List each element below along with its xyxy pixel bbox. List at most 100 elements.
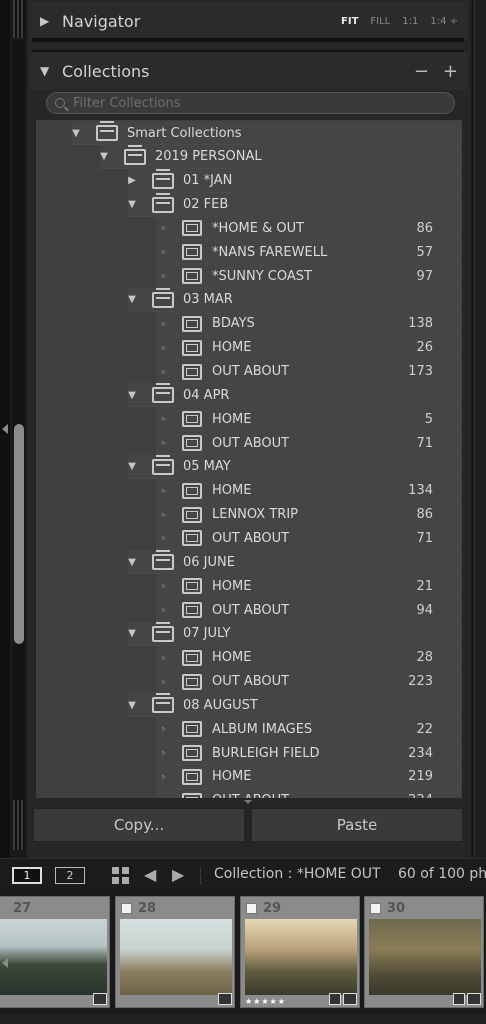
flag-icon[interactable] bbox=[246, 903, 257, 914]
collection-item[interactable]: ▹ *HOME & OUT 86 bbox=[36, 216, 462, 241]
paste-button[interactable]: Paste bbox=[251, 808, 463, 842]
zoom-1-1[interactable]: 1:1 bbox=[402, 16, 418, 27]
row-background bbox=[128, 287, 462, 312]
filmstrip[interactable]: 27 28 29 ★★★★★ 30 bbox=[0, 890, 486, 1024]
collections-header[interactable]: ▼ Collections − + bbox=[30, 52, 468, 90]
collection-item[interactable]: ▹ OUT ABOUT 223 bbox=[36, 669, 462, 694]
back-arrow-icon[interactable]: ◀ bbox=[144, 865, 156, 884]
grip-handle[interactable] bbox=[13, 0, 25, 38]
right-panel-edge[interactable] bbox=[474, 0, 486, 858]
collection-item[interactable]: ▹ HOME 134 bbox=[36, 478, 462, 503]
filmstrip-thumbnail[interactable]: 28 bbox=[115, 896, 235, 1008]
collection-set[interactable]: ▼ 03 MAR bbox=[36, 287, 462, 312]
collection-item[interactable]: ▹ HOME 5 bbox=[36, 407, 462, 432]
remove-collection-button[interactable]: − bbox=[414, 61, 429, 82]
collection-set[interactable]: ▶ 01 *JAN bbox=[36, 168, 462, 193]
collection-set[interactable]: ▼ 02 FEB bbox=[36, 192, 462, 217]
resize-caret-icon[interactable] bbox=[244, 800, 252, 804]
collection-item[interactable]: ▹ ALBUM IMAGES 22 bbox=[36, 717, 462, 742]
filmstrip-thumbnail[interactable]: 29 ★★★★★ bbox=[240, 896, 360, 1008]
grip-handle[interactable] bbox=[13, 800, 25, 850]
develop-adjustment-badge-icon[interactable] bbox=[343, 993, 357, 1005]
crop-badge-icon[interactable] bbox=[453, 993, 465, 1005]
flag-icon[interactable] bbox=[370, 903, 381, 914]
collapse-triangle-icon[interactable]: ▼ bbox=[126, 557, 138, 568]
collection-item[interactable]: ▹ OUT ABOUT 71 bbox=[36, 526, 462, 551]
main-screen-button[interactable]: 1 bbox=[12, 867, 42, 884]
collection-label: HOME bbox=[212, 769, 252, 785]
collection-set[interactable]: ▼ 2019 PERSONAL bbox=[36, 144, 462, 169]
smart-collection-set[interactable]: ▼ Smart Collections bbox=[36, 121, 462, 145]
collection-item[interactable]: ▹ HOME 28 bbox=[36, 645, 462, 670]
sync-arrow-icon: ▹ bbox=[162, 485, 167, 495]
collection-label: HOME bbox=[212, 411, 252, 427]
collection-item[interactable]: ▹ OUT ABOUT 173 bbox=[36, 359, 462, 384]
collapse-triangle-icon[interactable]: ▼ bbox=[126, 390, 138, 401]
collection-item[interactable]: ▹ HOME 219 bbox=[36, 764, 462, 789]
collection-set[interactable]: ▼ 04 APR bbox=[36, 383, 462, 408]
collapse-triangle-icon[interactable]: ▼ bbox=[40, 64, 54, 78]
collection-item[interactable]: ▹ HOME 26 bbox=[36, 335, 462, 360]
expand-triangle-icon[interactable]: ▶ bbox=[126, 175, 138, 186]
add-collection-button[interactable]: + bbox=[443, 61, 458, 82]
photo-thumbnail-image bbox=[369, 919, 481, 995]
develop-adjustment-badge-icon[interactable] bbox=[93, 993, 107, 1005]
photo-count: 5 bbox=[424, 411, 433, 427]
panel-scrollbar-thumb[interactable] bbox=[14, 424, 24, 644]
collection-item[interactable]: ▹ *NANS FAREWELL 57 bbox=[36, 240, 462, 265]
collapse-triangle-icon[interactable]: ▼ bbox=[126, 294, 138, 305]
collection-item[interactable]: ▹ BURLEIGH FIELD 234 bbox=[36, 741, 462, 766]
collection-icon bbox=[182, 578, 202, 595]
zoom-fill[interactable]: FILL bbox=[370, 16, 390, 27]
collapse-triangle-icon[interactable]: ▼ bbox=[98, 151, 110, 162]
collection-icon bbox=[182, 339, 202, 356]
collapse-filmstrip-arrow-icon[interactable] bbox=[2, 958, 8, 968]
develop-adjustment-badge-icon[interactable] bbox=[218, 993, 232, 1005]
navigator-header[interactable]: ▶ Navigator FIT FILL 1:1 1:4 ÷ bbox=[30, 2, 468, 40]
photo-count: 219 bbox=[408, 769, 433, 785]
photo-count: 21 bbox=[416, 578, 433, 594]
collapse-triangle-icon[interactable]: ▼ bbox=[70, 128, 82, 139]
filmstrip-thumbnail[interactable]: 27 bbox=[0, 896, 110, 1008]
expand-triangle-icon[interactable]: ▶ bbox=[40, 14, 54, 28]
collapse-triangle-icon[interactable]: ▼ bbox=[126, 628, 138, 639]
thumbnail-index: 30 bbox=[387, 901, 406, 916]
collapse-triangle-icon[interactable]: ▼ bbox=[126, 199, 138, 210]
collection-set[interactable]: ▼ 06 JUNE bbox=[36, 550, 462, 575]
grid-view-icon[interactable] bbox=[112, 867, 129, 884]
source-indicator[interactable]: Collection : *HOME OUT bbox=[214, 866, 381, 882]
copy-button[interactable]: Copy... bbox=[33, 808, 245, 842]
collections-tree[interactable]: ▼ Smart Collections ▼ 2019 PERSONAL ▶ 01 *JAN… bbox=[35, 120, 463, 798]
collapse-triangle-icon[interactable]: ▼ bbox=[126, 461, 138, 472]
panel-scrollbar[interactable] bbox=[13, 40, 25, 800]
flag-icon[interactable] bbox=[121, 903, 132, 914]
filter-collections-input[interactable] bbox=[73, 95, 443, 111]
zoom-fit[interactable]: FIT bbox=[341, 16, 358, 27]
zoom-custom[interactable]: 1:4 ÷ bbox=[430, 16, 458, 27]
navigator-title: Navigator bbox=[62, 11, 141, 31]
second-screen-button[interactable]: 2 bbox=[55, 867, 85, 884]
filter-collections-field[interactable] bbox=[46, 92, 455, 114]
collection-icon bbox=[182, 244, 202, 261]
collapse-triangle-icon[interactable]: ▼ bbox=[126, 700, 138, 711]
collection-set[interactable]: ▼ 05 MAY bbox=[36, 454, 462, 479]
thumbnail-index: 27 bbox=[13, 901, 32, 916]
collection-set[interactable]: ▼ 07 JULY bbox=[36, 621, 462, 646]
develop-adjustment-badge-icon[interactable] bbox=[467, 993, 481, 1005]
collection-set[interactable]: ▼ 08 AUGUST bbox=[36, 693, 462, 718]
collection-item[interactable]: ▹ *SUNNY COAST 97 bbox=[36, 264, 462, 289]
forward-arrow-icon[interactable]: ▶ bbox=[172, 865, 184, 884]
row-background bbox=[128, 168, 462, 193]
photo-count: 71 bbox=[416, 435, 433, 451]
collection-item[interactable]: ▹ OUT ABOUT 71 bbox=[36, 431, 462, 456]
collection-item[interactable]: ▹ BDAYS 138 bbox=[36, 311, 462, 336]
collection-item[interactable]: ▹ OUT ABOUT 94 bbox=[36, 598, 462, 622]
star-rating[interactable]: ★★★★★ bbox=[245, 997, 286, 1006]
collection-item[interactable]: ▹ LENNOX TRIP 86 bbox=[36, 502, 462, 527]
collapse-left-arrow-icon[interactable] bbox=[2, 424, 8, 434]
collection-item[interactable]: ▹ HOME 21 bbox=[36, 574, 462, 599]
crop-badge-icon[interactable] bbox=[329, 993, 341, 1005]
collection-item[interactable]: ▹ OUT ABOUT 224 bbox=[36, 788, 462, 798]
collection-label: Smart Collections bbox=[127, 125, 242, 141]
filmstrip-thumbnail[interactable]: 30 bbox=[364, 896, 484, 1008]
